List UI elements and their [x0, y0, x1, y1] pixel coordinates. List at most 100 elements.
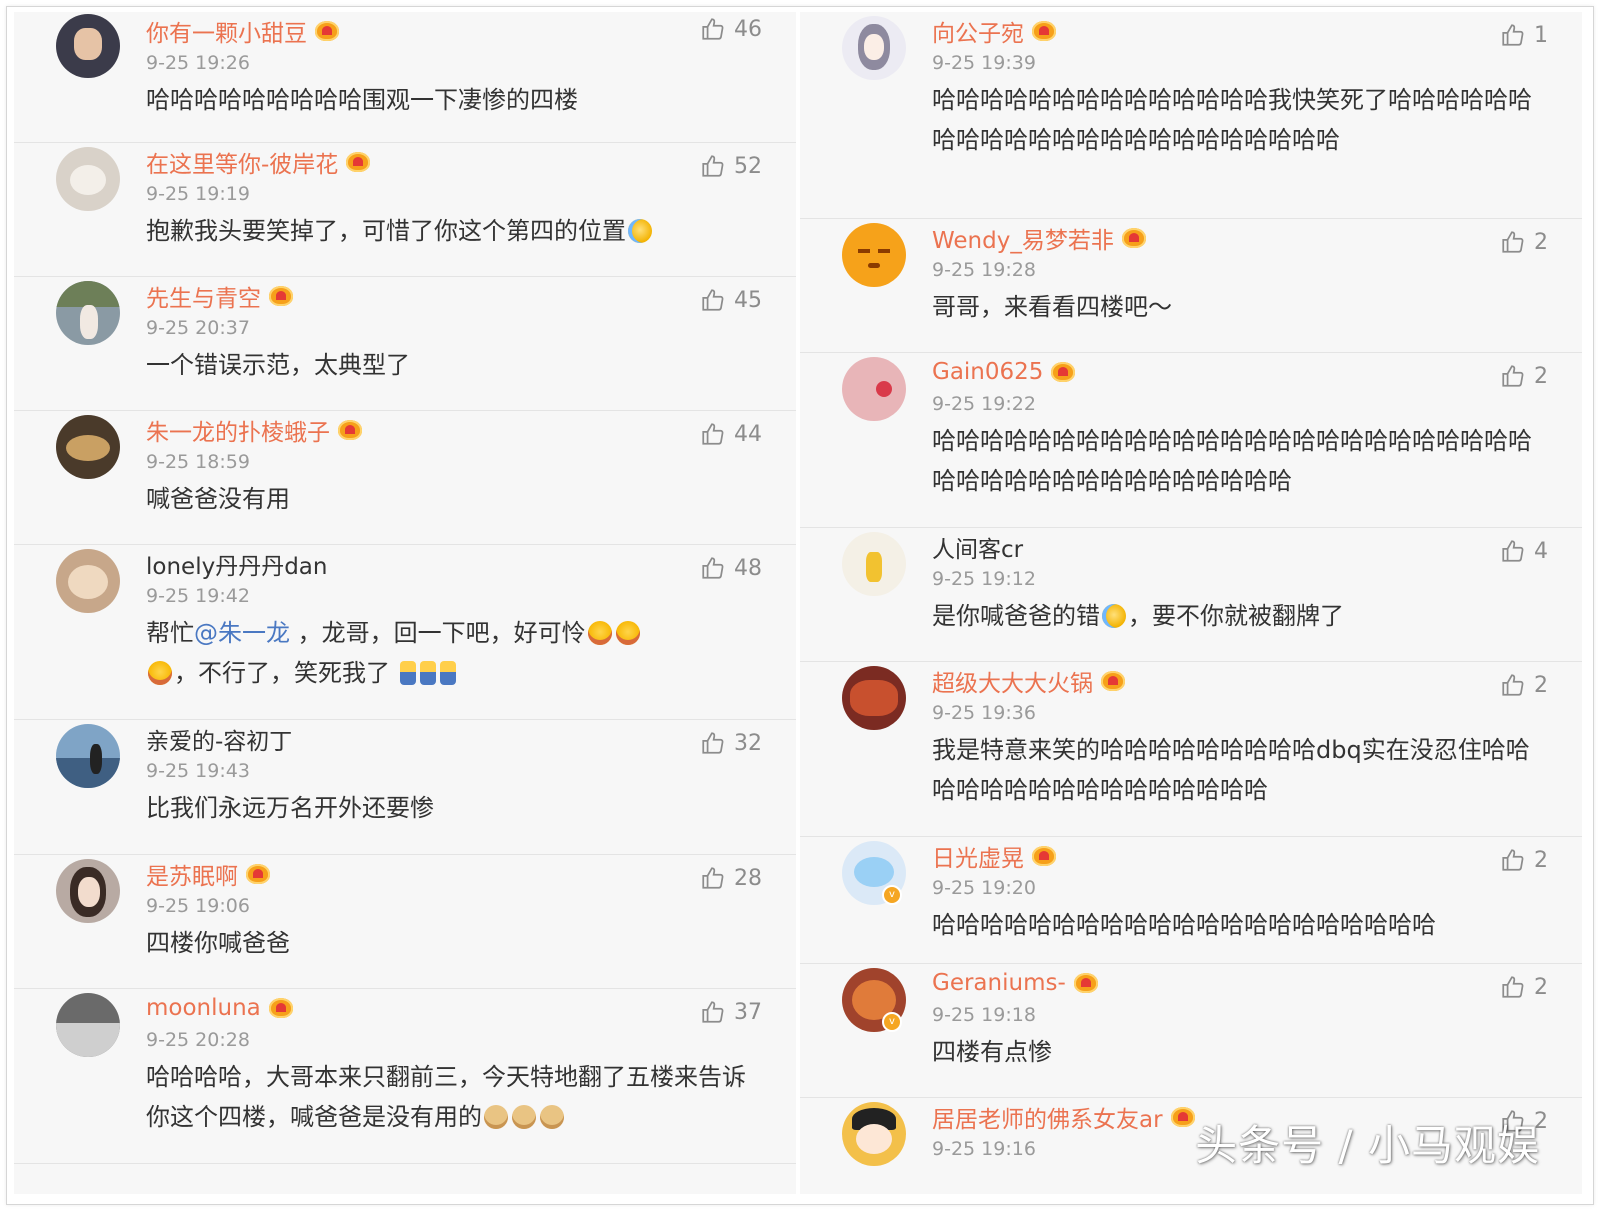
comment-item: Gain0625 9-25 19:22 哈哈哈哈哈哈哈哈哈哈哈哈哈哈哈哈哈哈哈哈… — [800, 353, 1582, 528]
thumbs-up-icon — [1502, 540, 1524, 562]
username-link[interactable]: moonluna — [146, 995, 261, 1021]
username-link[interactable]: 超级大大大火锅 — [932, 664, 1093, 698]
username-link[interactable]: 向公子宛 — [932, 14, 1024, 48]
comment-text: 四楼你喊爸爸 — [146, 929, 290, 957]
vip-crown-icon — [269, 286, 293, 306]
avatar[interactable] — [56, 415, 120, 479]
watermark-text: 头条号 / 小马观娱 — [1195, 1121, 1540, 1170]
vip-crown-icon — [1051, 362, 1076, 382]
username-link[interactable]: 是苏眠啊 — [146, 857, 238, 891]
like-button[interactable]: 2 — [1500, 363, 1548, 389]
like-count: 45 — [734, 287, 762, 313]
comment-time: 9-25 18:59 — [146, 451, 250, 473]
like-button[interactable]: 2 — [1500, 672, 1548, 698]
avatar[interactable]: v — [842, 841, 906, 905]
avatar[interactable] — [842, 16, 906, 80]
avatar[interactable] — [56, 993, 120, 1057]
kneel-emoji-icon — [419, 661, 436, 685]
comment-time: 9-25 20:28 — [146, 1029, 250, 1051]
vip-crown-icon — [1170, 1107, 1195, 1127]
avatar[interactable] — [56, 859, 120, 923]
comment-text: 是你喊爸爸的错 ，要不你就被翻牌了 — [932, 594, 1582, 648]
username-link[interactable]: 日光虚晃 — [932, 839, 1024, 873]
comment-list-right: 向公子宛 9-25 19:39 哈哈哈哈哈哈哈哈哈哈哈哈哈哈我快笑死了哈哈哈哈哈… — [800, 12, 1582, 1194]
comment-text-part: ，要不你就被翻牌了 — [1128, 602, 1344, 630]
avatar[interactable] — [56, 549, 120, 613]
like-button[interactable]: 2 — [1500, 229, 1548, 255]
comment-item: 在这里等你-彼岸花 9-25 19:19 抱歉我头要笑掉了，可惜了你这个第四的位… — [14, 143, 796, 277]
like-count: 2 — [1534, 229, 1548, 255]
avatar[interactable] — [56, 147, 120, 211]
like-button[interactable]: 52 — [700, 153, 762, 179]
comment-item: 向公子宛 9-25 19:39 哈哈哈哈哈哈哈哈哈哈哈哈哈哈我快笑死了哈哈哈哈哈… — [800, 12, 1582, 219]
cry-laugh-emoji-icon — [1102, 604, 1126, 628]
thumbs-up-icon — [702, 289, 724, 311]
comment-text-part: ，龙哥，回一下吧，好可怜 — [290, 619, 586, 647]
username-link[interactable]: 亲爱的-容初丁 — [146, 722, 292, 756]
avatar[interactable] — [842, 1102, 906, 1166]
comment-list-left: 你有一颗小甜豆 9-25 19:26 哈哈哈哈哈哈哈哈哈围观一下凄惨的四楼 46… — [14, 12, 796, 1194]
like-button[interactable]: 44 — [700, 421, 762, 447]
comment-item: 朱一龙的扑棱蛾子 9-25 18:59 喊爸爸没有用 44 — [14, 411, 796, 545]
comment-item: lonely丹丹丹dan 9-25 19:42 帮忙@朱一龙 ，龙哥，回一下吧，… — [14, 545, 796, 720]
like-button[interactable]: 48 — [700, 555, 762, 581]
like-count: 52 — [734, 153, 762, 179]
avatar[interactable] — [842, 223, 906, 287]
like-button[interactable]: 2 — [1500, 974, 1548, 1000]
username-link[interactable]: lonely丹丹丹dan — [146, 547, 327, 581]
kneel-emoji-icon — [399, 661, 416, 685]
like-button[interactable]: 37 — [700, 999, 762, 1025]
like-button[interactable]: 46 — [700, 16, 762, 42]
comment-text: 我是特意来笑的哈哈哈哈哈哈哈哈哈dbq实在没忍住哈哈哈哈哈哈哈哈哈哈哈哈哈哈哈哈 — [932, 736, 1530, 804]
like-count: 2 — [1534, 672, 1548, 698]
username-link[interactable]: 朱一龙的扑棱蛾子 — [146, 413, 330, 447]
thumbs-up-icon — [1502, 231, 1524, 253]
comment-item: Wendy_易梦若非 9-25 19:28 哥哥，来看看四楼吧～ 2 — [800, 219, 1582, 353]
like-button[interactable]: 32 — [700, 730, 762, 756]
avatar[interactable] — [842, 357, 906, 421]
comment-text-body: 哈哈哈哈，大哥本来只翻前三，今天特地翻了五楼来告诉你这个四楼，喊爸爸是没有用的 — [146, 1063, 746, 1131]
username-link[interactable]: 在这里等你-彼岸花 — [146, 145, 338, 179]
comment-text: 一个错误示范，太典型了 — [146, 351, 410, 379]
like-button[interactable]: 45 — [700, 287, 762, 313]
like-count: 4 — [1534, 538, 1548, 564]
avatar[interactable] — [56, 14, 120, 78]
username-link[interactable]: 人间客cr — [932, 530, 1023, 564]
comment-time: 9-25 19:26 — [146, 52, 250, 74]
comment-text: 哈哈哈哈哈哈哈哈哈哈哈哈哈哈哈哈哈哈哈哈哈 — [932, 911, 1436, 939]
avatar[interactable] — [842, 532, 906, 596]
mention-link[interactable]: @朱一龙 — [194, 619, 290, 647]
avatar[interactable] — [56, 281, 120, 345]
thumbs-up-icon — [1502, 849, 1524, 871]
username-link[interactable]: Geraniums- — [932, 970, 1066, 996]
comment-text-part: ，不行了，笑死我了 — [174, 659, 390, 687]
comment-text: 喊爸爸没有用 — [146, 485, 290, 513]
thumbs-up-icon — [702, 732, 724, 754]
username-link[interactable]: 先生与青空 — [146, 279, 261, 313]
username-link[interactable]: Gain0625 — [932, 359, 1043, 385]
vip-crown-icon — [1032, 846, 1056, 866]
avatar[interactable] — [56, 724, 120, 788]
thumbs-up-icon — [702, 1001, 724, 1023]
comment-time: 9-25 19:19 — [146, 183, 250, 205]
comment-time: 9-25 19:22 — [932, 393, 1036, 415]
thumbs-up-icon — [1502, 674, 1524, 696]
comment-time: 9-25 19:06 — [146, 895, 250, 917]
comment-text: 抱歉我头要笑掉了，可惜了你这个第四的位置 — [146, 209, 796, 263]
thumbs-up-icon — [1502, 365, 1524, 387]
username-link[interactable]: Wendy_易梦若非 — [932, 221, 1114, 255]
comment-text: 哈哈哈哈，大哥本来只翻前三，今天特地翻了五楼来告诉你这个四楼，喊爸爸是没有用的 — [146, 1055, 796, 1149]
like-button[interactable]: 2 — [1500, 847, 1548, 873]
thumbs-up-icon — [1502, 976, 1524, 998]
laugh-emoji-icon — [615, 621, 640, 645]
avatar[interactable] — [842, 666, 906, 730]
like-button[interactable]: 1 — [1500, 22, 1548, 48]
avatar[interactable]: v — [842, 968, 906, 1032]
comment-text: 四楼有点惨 — [932, 1038, 1052, 1066]
like-button[interactable]: 28 — [700, 865, 762, 891]
comment-time: 9-25 19:36 — [932, 702, 1036, 724]
like-button[interactable]: 4 — [1500, 538, 1548, 564]
username-link[interactable]: 你有一颗小甜豆 — [146, 14, 307, 48]
comment-text-part: 是你喊爸爸的错 — [932, 602, 1100, 630]
username-link[interactable]: 居居老师的佛系女友ar — [932, 1100, 1163, 1134]
